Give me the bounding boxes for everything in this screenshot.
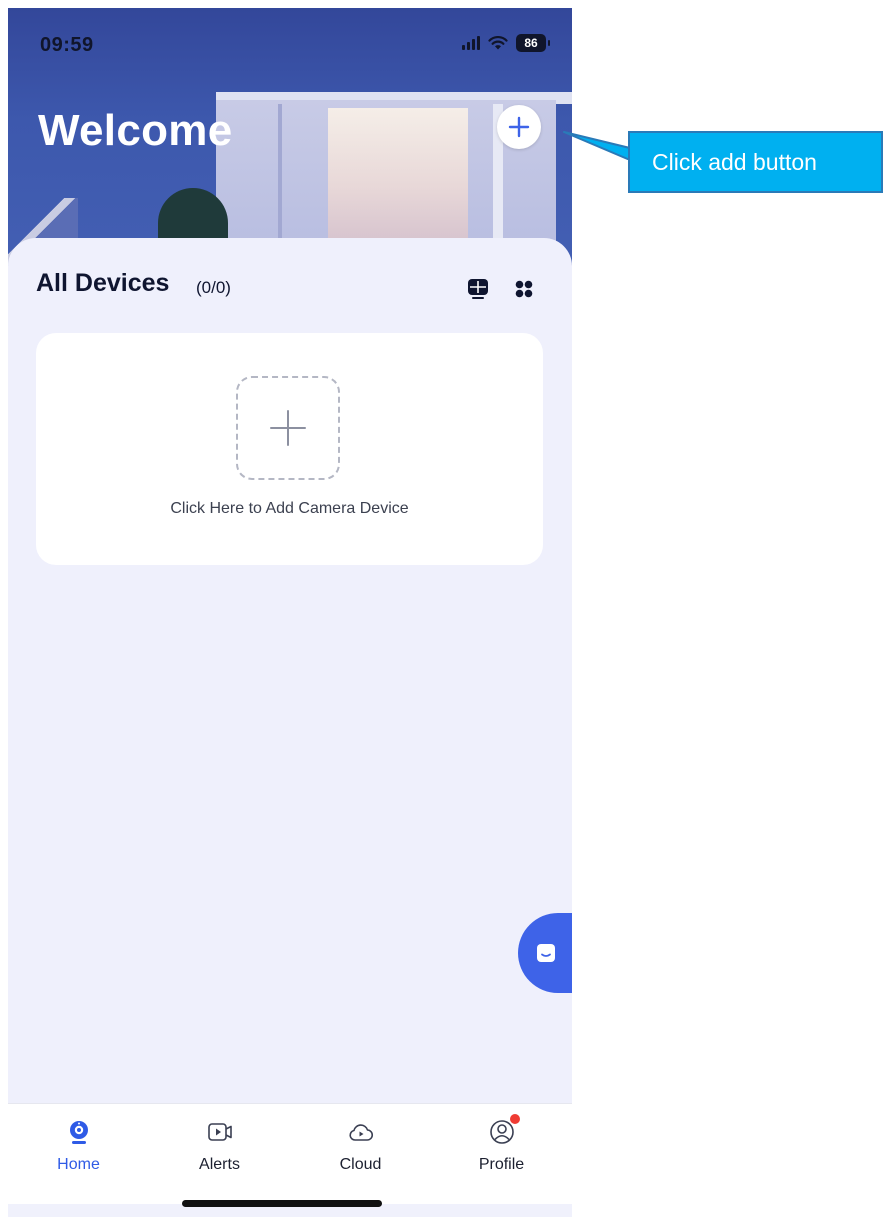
battery-icon: 86: [516, 34, 550, 52]
phone-screen: 09:59 86 Welcome All Devices (0/0) Click…: [8, 8, 572, 1217]
annotation-text: Click add button: [652, 148, 817, 175]
tab-label: Home: [57, 1156, 100, 1173]
page-title: Welcome: [38, 106, 233, 155]
plus-icon: [270, 410, 306, 446]
plus-icon: [508, 116, 530, 138]
add-camera-card[interactable]: Click Here to Add Camera Device: [36, 333, 543, 565]
chat-icon: [537, 944, 555, 962]
grid-view-icon[interactable]: [515, 280, 533, 298]
status-indicators: 86: [462, 34, 550, 52]
tab-label: Cloud: [339, 1156, 382, 1173]
tab-home[interactable]: Home: [8, 1104, 149, 1204]
callout-pointer: [563, 131, 631, 160]
tab-label: Profile: [478, 1156, 525, 1173]
camera-icon: [70, 1121, 88, 1144]
devices-count: (0/0): [196, 278, 231, 297]
tab-bar: Home Alerts Cloud Profile: [8, 1103, 572, 1204]
battery-level: 86: [524, 36, 538, 50]
tab-label: Alerts: [199, 1156, 240, 1173]
devices-panel: All Devices (0/0) Click Here to Add Came…: [8, 238, 572, 1138]
tab-profile[interactable]: Profile: [431, 1104, 572, 1204]
annotation-callout: Click add button: [628, 131, 883, 193]
home-indicator: [182, 1200, 382, 1207]
wifi-icon: [488, 36, 508, 50]
status-time: 09:59: [40, 34, 94, 56]
add-device-button[interactable]: [497, 105, 541, 149]
add-camera-label: Click Here to Add Camera Device: [170, 500, 409, 517]
devices-title: All Devices: [36, 269, 170, 297]
cloud-play-icon: [349, 1124, 374, 1141]
notification-badge: [510, 1114, 520, 1124]
profile-icon-wrap: [488, 1114, 520, 1146]
tab-alerts[interactable]: Alerts: [149, 1104, 290, 1204]
cellular-signal-icon: [462, 36, 480, 50]
multi-view-icon[interactable]: [467, 278, 489, 300]
tab-cloud[interactable]: Cloud: [290, 1104, 431, 1204]
video-play-icon: [208, 1123, 232, 1141]
add-camera-placeholder[interactable]: [236, 376, 340, 480]
